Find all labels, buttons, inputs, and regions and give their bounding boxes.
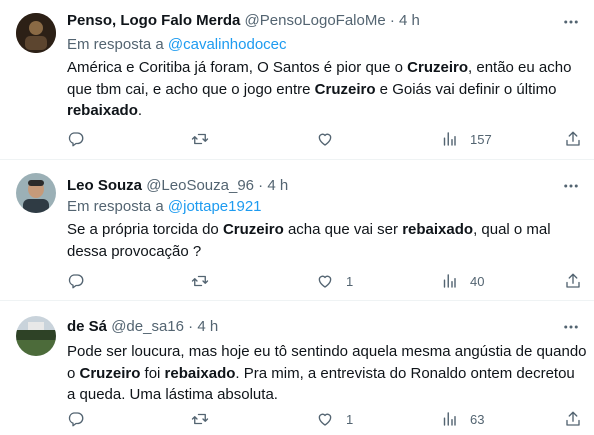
views-button[interactable]: 63 xyxy=(440,409,484,429)
view-count: 63 xyxy=(470,411,485,427)
reply-context: Em resposta a @jottape1921 xyxy=(67,197,262,217)
reply-prefix: Em resposta a xyxy=(67,36,164,53)
timestamp[interactable]: · 4 h xyxy=(258,177,288,194)
like-icon xyxy=(318,133,332,146)
retweet-button[interactable] xyxy=(191,129,221,149)
more-icon[interactable] xyxy=(562,318,580,336)
text-segment: Se a própria torcida do xyxy=(67,221,223,238)
text-segment: . xyxy=(137,102,143,119)
timestamp[interactable]: · 4 h xyxy=(390,12,420,29)
text-segment: acha que vai ser xyxy=(283,221,403,238)
share-button[interactable] xyxy=(564,271,582,291)
share-icon xyxy=(566,131,580,146)
avatar-image xyxy=(16,173,56,213)
tweet[interactable]: de Sá @de_sa16 · 4 h Pode ser loucura, m… xyxy=(0,301,594,435)
tweet-actions: 1 63 xyxy=(67,409,587,429)
share-icon xyxy=(566,273,580,288)
user-handle[interactable]: @de_sa16 xyxy=(111,318,184,335)
highlighted-keyword: Cruzeiro xyxy=(314,80,376,98)
tweet-actions: 1 40 xyxy=(67,271,587,291)
highlighted-keyword: Cruzeiro xyxy=(222,221,284,238)
retweet-button[interactable] xyxy=(191,409,221,429)
tweet-text: Pode ser loucura, mas hoje eu tô sentind… xyxy=(67,341,587,406)
avatar[interactable] xyxy=(16,316,56,356)
retweet-icon xyxy=(191,133,209,145)
reply-icon xyxy=(68,412,84,427)
tweet-text: América e Coritiba já foram, O Santos é … xyxy=(67,57,587,122)
tweet-header: Leo Souza @LeoSouza_96 · 4 h xyxy=(67,176,288,196)
tweet-header: Penso, Logo Falo Merda @PensoLogoFaloMe … xyxy=(67,11,420,31)
reply-to-handle[interactable]: @cavalinhodocec xyxy=(168,36,287,53)
highlighted-keyword: rebaixado xyxy=(164,364,236,382)
views-icon xyxy=(443,412,456,426)
tweet-actions: 157 xyxy=(67,129,587,149)
like-icon xyxy=(318,275,332,288)
views-icon xyxy=(443,132,456,146)
avatar[interactable] xyxy=(16,13,56,53)
more-icon[interactable] xyxy=(562,13,580,31)
share-icon xyxy=(566,411,580,426)
avatar[interactable] xyxy=(16,173,56,213)
retweet-button[interactable] xyxy=(191,271,221,291)
reply-button[interactable] xyxy=(67,129,97,149)
share-button[interactable] xyxy=(564,409,582,429)
view-count: 40 xyxy=(470,273,485,289)
like-button[interactable]: 1 xyxy=(316,409,353,429)
view-count: 157 xyxy=(470,131,492,147)
tweet-text: Se a própria torcida do Cruzeiro acha qu… xyxy=(67,219,587,262)
more-icon[interactable] xyxy=(562,177,580,195)
reply-icon xyxy=(68,132,84,147)
tweet[interactable]: Leo Souza @LeoSouza_96 · 4 h Em resposta… xyxy=(0,160,594,301)
reply-icon xyxy=(68,274,84,289)
text-segment: América e Coritiba já foram, O Santos é … xyxy=(67,59,408,76)
like-button[interactable]: 1 xyxy=(316,271,353,291)
reply-to-handle[interactable]: @jottape1921 xyxy=(168,198,262,215)
display-name[interactable]: Leo Souza xyxy=(67,177,142,194)
avatar-image xyxy=(16,316,56,356)
views-button[interactable]: 40 xyxy=(440,271,484,291)
text-segment: e Goiás vai definir o último xyxy=(375,80,557,98)
tweet[interactable]: Penso, Logo Falo Merda @PensoLogoFaloMe … xyxy=(0,0,594,160)
avatar-image xyxy=(16,13,56,53)
reply-context: Em resposta a @cavalinhodocec xyxy=(67,35,287,55)
tweet-header: de Sá @de_sa16 · 4 h xyxy=(67,317,218,337)
like-button[interactable] xyxy=(316,129,346,149)
views-button[interactable]: 157 xyxy=(440,129,492,149)
display-name[interactable]: Penso, Logo Falo Merda xyxy=(67,12,240,29)
share-button[interactable] xyxy=(564,129,582,149)
views-icon xyxy=(443,274,456,288)
highlighted-keyword: rebaixado xyxy=(67,102,138,119)
highlighted-keyword: Cruzeiro xyxy=(79,364,141,382)
like-count: 1 xyxy=(346,411,354,427)
like-count: 1 xyxy=(346,273,354,289)
reply-prefix: Em resposta a xyxy=(67,198,164,215)
reply-button[interactable] xyxy=(67,409,97,429)
highlighted-keyword: rebaixado xyxy=(402,221,474,238)
user-handle[interactable]: @PensoLogoFaloMe xyxy=(245,12,386,29)
timestamp[interactable]: · 4 h xyxy=(188,318,218,335)
text-segment: foi xyxy=(140,364,165,382)
reply-button[interactable] xyxy=(67,271,97,291)
retweet-icon xyxy=(191,413,209,425)
user-handle[interactable]: @LeoSouza_96 xyxy=(146,177,254,194)
display-name[interactable]: de Sá xyxy=(67,318,107,335)
highlighted-keyword: Cruzeiro xyxy=(407,59,469,76)
like-icon xyxy=(318,413,332,426)
retweet-icon xyxy=(191,275,209,287)
